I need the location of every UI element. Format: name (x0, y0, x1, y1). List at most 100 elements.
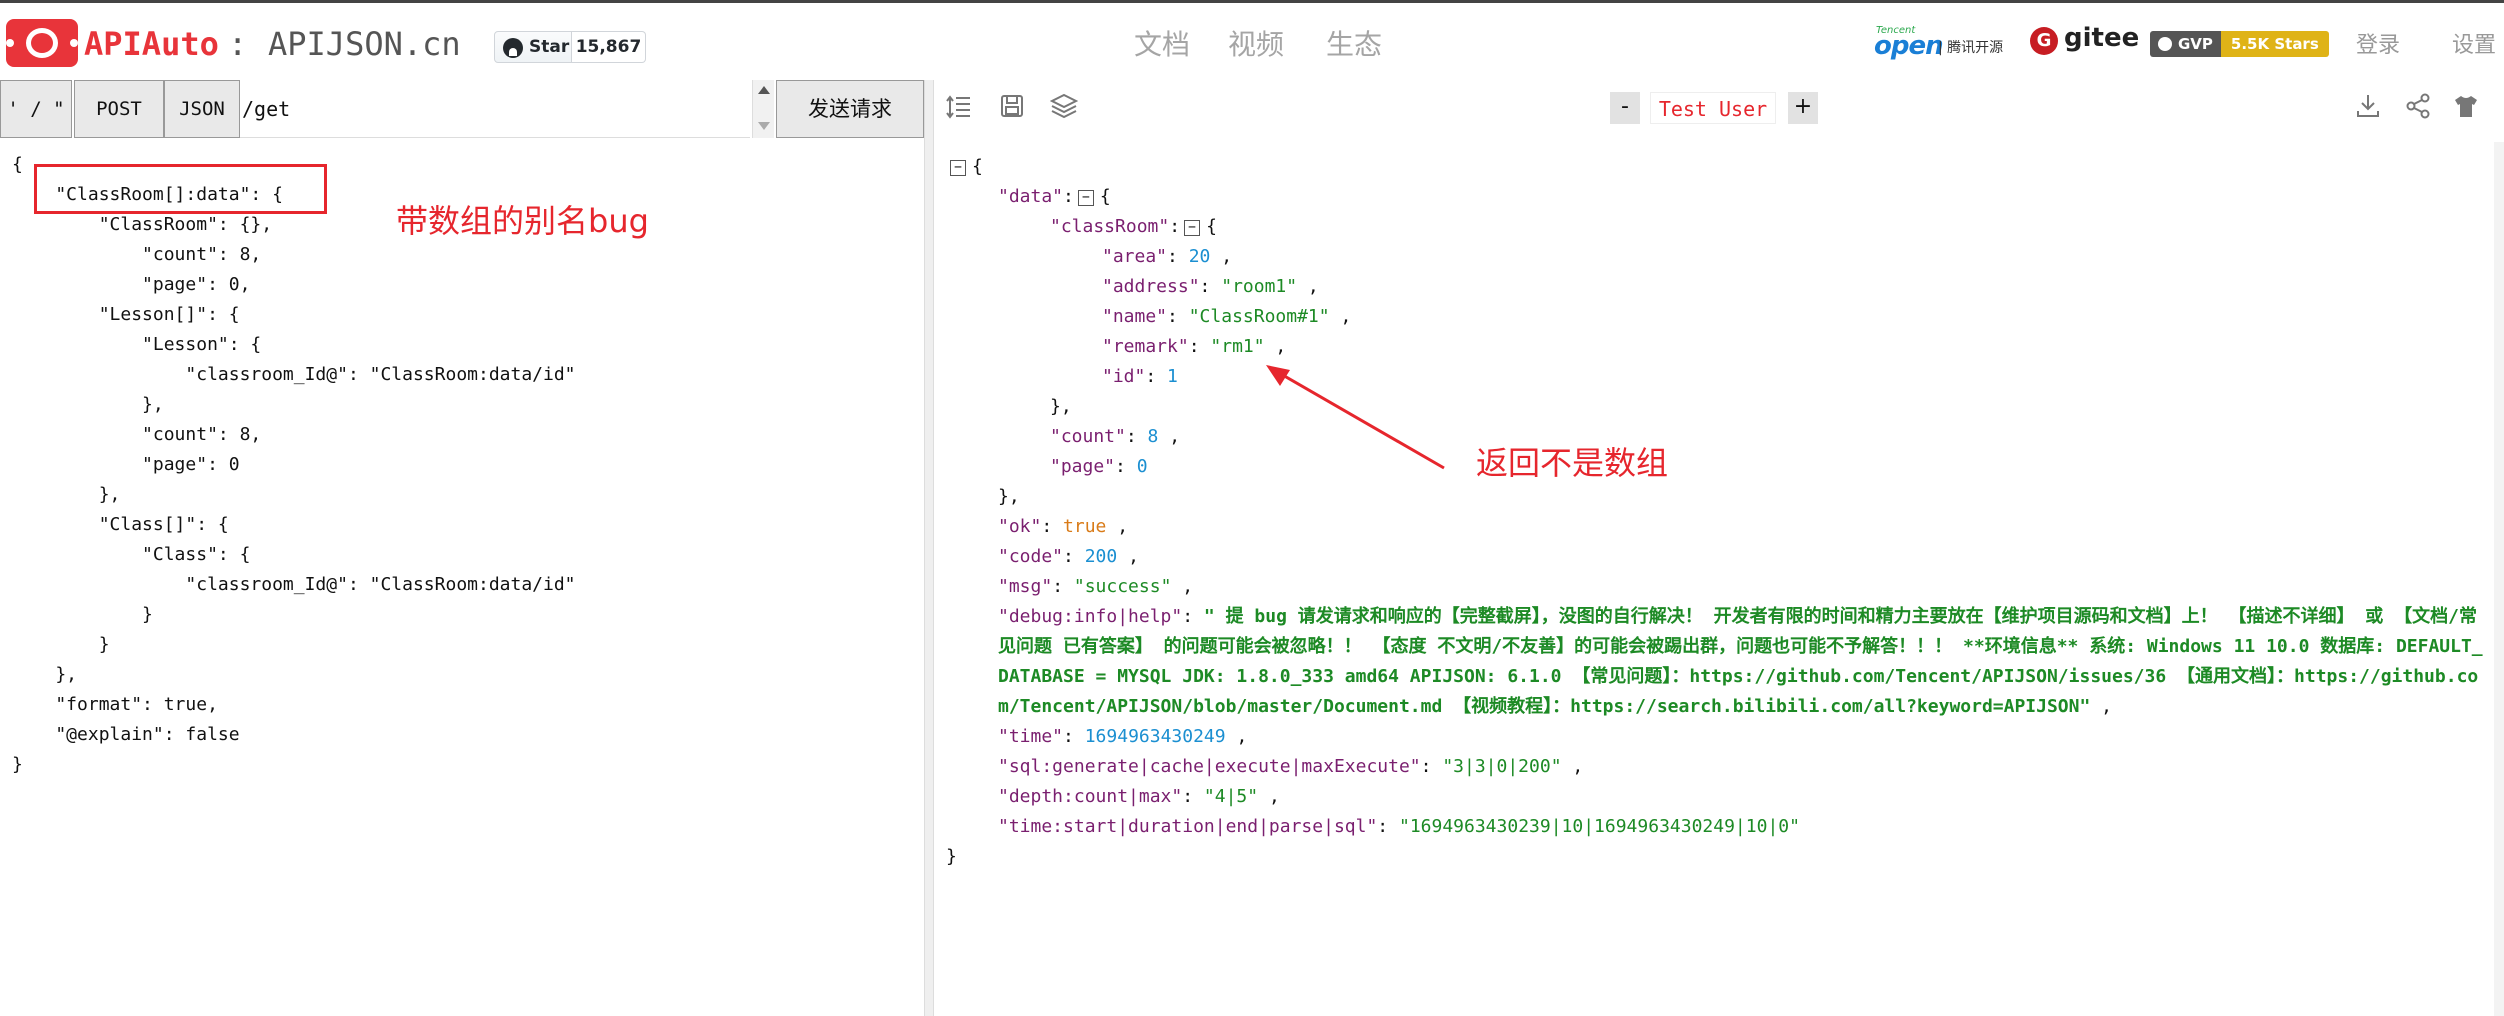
code-line: "classroom_Id@": "ClassRoom:data/id" (12, 364, 576, 385)
collapse-toggle[interactable]: − (1184, 220, 1201, 236)
json-value: 0 (1136, 456, 1148, 477)
json-line: "time:start|duration|end|parse|sql": "16… (998, 816, 1800, 837)
tencent-open-text: | 腾讯开源 (1938, 40, 2004, 56)
json-key: "time:start|duration|end|parse|sql" (998, 816, 1378, 837)
json-line: "code": 200 , (998, 546, 1139, 567)
annotation-alias-bug: 带数组的别名bug (396, 202, 649, 240)
json-key: "data" (998, 186, 1064, 207)
annotation-not-array: 返回不是数组 (1476, 444, 1669, 482)
brand-name[interactable]: APIAuto (84, 25, 219, 63)
user-next-button[interactable]: + (1788, 92, 1818, 124)
scroll-up-icon[interactable] (758, 86, 770, 94)
json-line: "depth:count|max": "4|5" , (998, 786, 1280, 807)
json-line: "sql:generate|cache|execute|maxExecute":… (998, 756, 1584, 777)
json-key: "count" (1050, 426, 1126, 447)
quote-mode-button[interactable]: ' / " (0, 80, 72, 138)
login-link[interactable]: 登录 (2356, 27, 2400, 59)
star-label: Star (529, 37, 570, 57)
code-line: } (12, 754, 23, 775)
code-line: "Lesson": { (12, 334, 262, 355)
github-icon (503, 38, 523, 58)
method-post-button[interactable]: POST (74, 80, 164, 138)
json-key: "code" (998, 546, 1064, 567)
brand-separator: : (228, 25, 248, 63)
request-body-editor[interactable]: { "ClassRoom[]:data": { "ClassRoom": {},… (12, 150, 912, 780)
code-line: "page": 0 (12, 454, 240, 475)
gvp-badge[interactable]: GVP 5.5K Stars (2150, 31, 2329, 57)
code-line: "@explain": false (12, 724, 240, 745)
apiauto-logo-icon[interactable] (6, 19, 78, 67)
brand-site-link[interactable]: APIJSON.cn (268, 25, 461, 63)
gitee-small-icon (2158, 37, 2172, 51)
json-line: "id": 1 (1102, 366, 1178, 387)
request-toolbar: ' / " POST JSON /get 发送请求 (0, 80, 930, 138)
send-request-button[interactable]: 发送请求 (776, 80, 924, 138)
code-line: "Class": { (12, 544, 251, 565)
panel-divider[interactable] (924, 80, 934, 1016)
save-icon[interactable] (998, 92, 1026, 120)
tencent-open-logo[interactable]: Tencent open | 腾讯开源 (1872, 25, 2004, 63)
response-viewer[interactable]: −{ "data": −{ "classRoom": −{ "area": 20 ,… (946, 152, 2486, 872)
json-key: "ok" (998, 516, 1042, 537)
format-icon[interactable] (946, 92, 974, 120)
type-json-button[interactable]: JSON (164, 80, 240, 138)
json-key: "time" (998, 726, 1064, 747)
collapse-toggle[interactable]: − (1077, 190, 1094, 206)
code-line: "classroom_Id@": "ClassRoom:data/id" (12, 574, 576, 595)
json-value: "ClassRoom#1" (1188, 306, 1330, 327)
json-value: "success" (1073, 576, 1172, 597)
response-scrollbar[interactable] (2494, 142, 2504, 1016)
json-key: "name" (1102, 306, 1168, 327)
json-line: −{ (946, 152, 2486, 182)
url-scrollbar[interactable] (752, 80, 774, 138)
scroll-down-icon[interactable] (758, 122, 770, 130)
settings-link[interactable]: 设置 (2452, 27, 2496, 59)
download-icon[interactable] (2354, 92, 2382, 120)
user-prev-button[interactable]: - (1610, 92, 1640, 124)
json-line: "name": "ClassRoom#1" , (1102, 306, 1352, 327)
code-line: }, (12, 394, 164, 415)
json-key: "msg" (998, 576, 1053, 597)
code-line: } (12, 604, 153, 625)
url-input[interactable]: /get (240, 80, 750, 138)
json-line-debug: "debug:info|help": " 提 bug 请发请求和响应的【完整截屏… (998, 606, 2483, 717)
json-value: 1 (1167, 366, 1178, 387)
layers-icon[interactable] (1050, 92, 1078, 120)
nav-video-link[interactable]: 视频 (1228, 23, 1284, 63)
json-line: }, (1050, 396, 1072, 417)
json-value: 200 (1084, 546, 1118, 567)
code-line: "count": 8, (12, 244, 262, 265)
theme-shirt-icon[interactable] (2452, 92, 2480, 120)
collapse-toggle[interactable]: − (950, 160, 966, 176)
json-key: "debug:info|help" (998, 606, 1183, 627)
nav-docs-link[interactable]: 文档 (1134, 23, 1190, 63)
code-line: "Lesson[]": { (12, 304, 240, 325)
code-line: "Class[]": { (12, 514, 229, 535)
json-line: "count": 8 , (1050, 426, 1181, 447)
star-count[interactable]: 15,867 (572, 31, 646, 63)
json-key: "area" (1102, 246, 1168, 267)
share-icon[interactable] (2404, 92, 2432, 120)
code-line: "count": 8, (12, 424, 262, 445)
github-star-button[interactable]: Star (494, 31, 572, 63)
json-key: "depth:count|max" (998, 786, 1183, 807)
code-line: } (12, 634, 110, 655)
json-line: }, (998, 486, 1020, 507)
gvp-stars: 5.5K Stars (2220, 31, 2329, 57)
json-value: "room1" (1221, 276, 1298, 297)
gitee-link[interactable]: gitee (2064, 23, 2139, 53)
nav-ecosystem-link[interactable]: 生态 (1326, 23, 1382, 63)
json-line: "classRoom": −{ (1050, 216, 1217, 237)
code-line: }, (12, 484, 121, 505)
json-line: "area": 20 , (1102, 246, 1233, 267)
test-user-label[interactable]: Test User (1650, 92, 1776, 124)
gitee-icon[interactable]: G (2030, 27, 2058, 55)
json-value: true (1063, 516, 1107, 537)
json-line: "msg": "success" , (998, 576, 1194, 597)
json-line: "remark": "rm1" , (1102, 336, 1287, 357)
json-line: "data": −{ (998, 186, 1111, 207)
response-toolbar: - Test User + (936, 80, 2504, 136)
open-label: open (1874, 31, 1944, 61)
json-value: 20 (1188, 246, 1211, 267)
json-line: "time": 1694963430249 , (998, 726, 1248, 747)
